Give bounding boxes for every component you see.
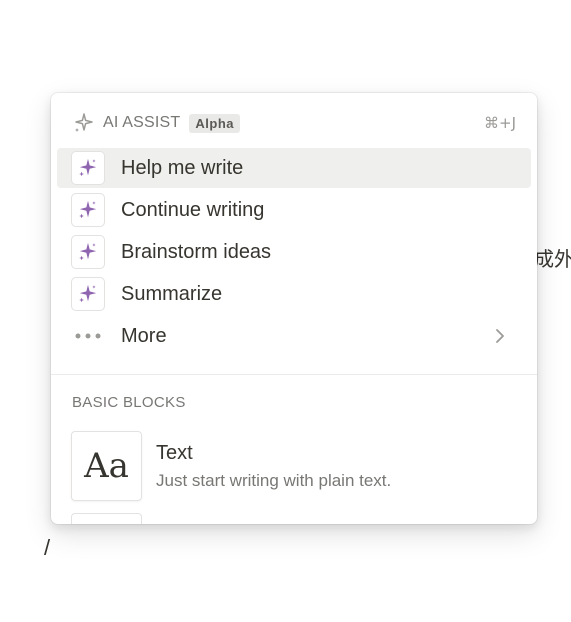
alpha-badge: Alpha <box>189 113 241 133</box>
menu-item-continue-writing[interactable]: Continue writing <box>57 190 531 230</box>
menu-item-summarize[interactable]: Summarize <box>57 274 531 314</box>
background-page-text: 成外在 <box>534 247 571 271</box>
block-item-text-content: Text Just start writing with plain text. <box>156 442 391 491</box>
sparkle-icon <box>75 113 93 132</box>
menu-item-label: Brainstorm ideas <box>121 240 272 263</box>
sparkle-icon <box>71 193 105 227</box>
menu-item-label: Help me write <box>121 156 244 179</box>
more-dots-icon <box>71 319 105 353</box>
block-item-title: Text <box>156 441 193 464</box>
section-divider <box>51 374 537 375</box>
menu-item-brainstorm-ideas[interactable]: Brainstorm ideas <box>57 232 531 272</box>
block-item-description: Just start writing with plain text. <box>156 470 392 490</box>
menu-item-label: More <box>121 324 167 347</box>
menu-item-help-me-write[interactable]: Help me write <box>57 148 531 188</box>
sparkle-icon <box>71 277 105 311</box>
block-item-text[interactable]: Aa Text Just start writing with plain te… <box>71 431 517 501</box>
menu-item-label: Continue writing <box>121 198 265 221</box>
sparkle-icon <box>71 235 105 269</box>
slash-command-text: / <box>44 535 51 560</box>
menu-item-label: Summarize <box>121 282 223 305</box>
basic-blocks-heading: BASIC BLOCKS <box>72 394 186 411</box>
ai-assist-header: AI ASSIST Alpha ⌘+J <box>51 107 537 139</box>
keyboard-shortcut: ⌘+J <box>484 114 516 132</box>
sparkle-icon <box>71 151 105 185</box>
menu-item-more[interactable]: More <box>57 316 531 356</box>
slash-command-menu: AI ASSIST Alpha ⌘+J Help me write Contin… <box>51 93 537 524</box>
ai-assist-title: AI ASSIST <box>103 114 181 131</box>
next-block-thumbnail[interactable] <box>71 513 142 524</box>
chevron-right-icon <box>496 329 504 343</box>
text-block-thumbnail: Aa <box>71 431 142 501</box>
